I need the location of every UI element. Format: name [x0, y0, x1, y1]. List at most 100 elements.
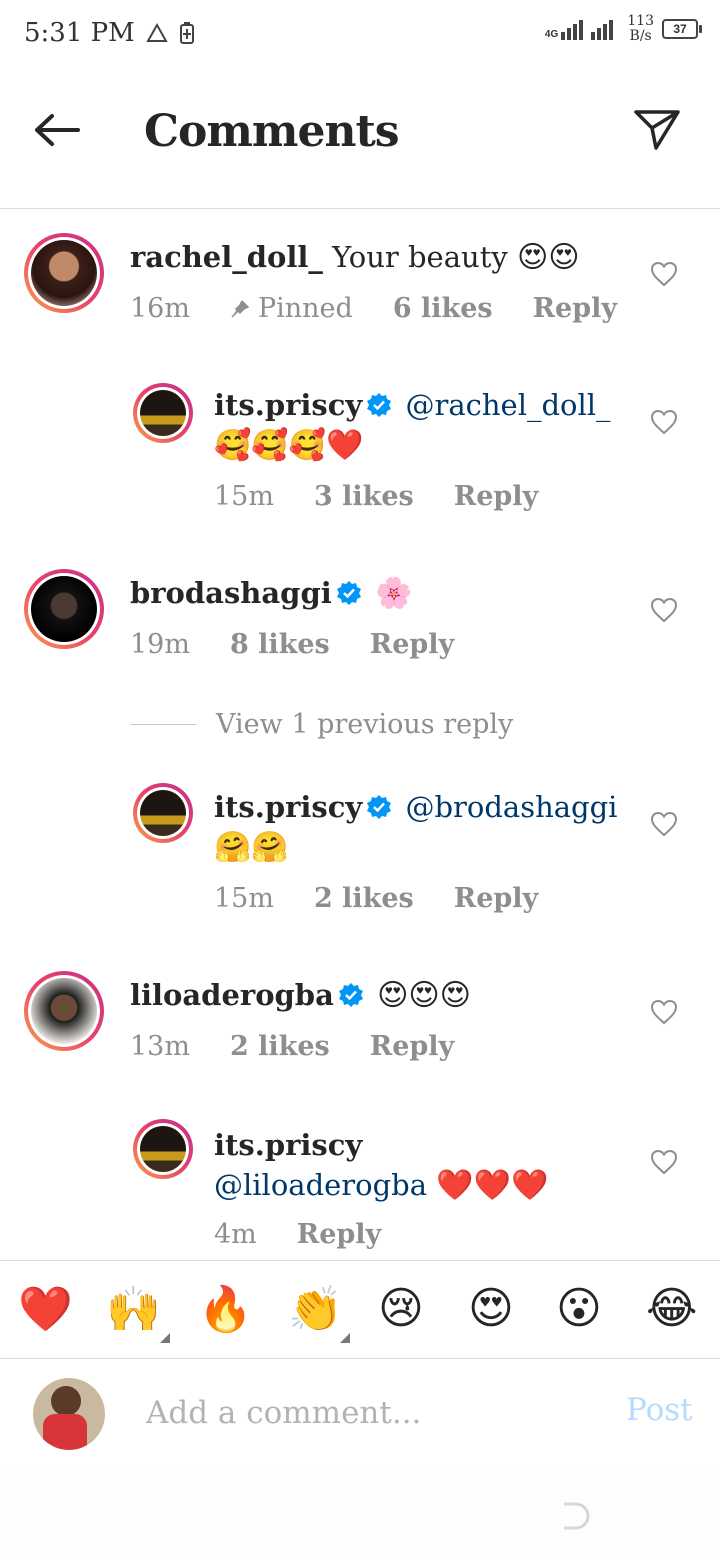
view-previous-label[interactable]: View 1 previous reply [216, 709, 513, 740]
reply-button[interactable]: Reply [297, 1219, 381, 1250]
divider-line [130, 724, 196, 725]
pinned-badge: Pinned [230, 293, 353, 324]
reply-button[interactable]: Reply [454, 883, 538, 914]
comment-composer: Post [0, 1358, 720, 1468]
nav-back-gesture-icon[interactable] [560, 1502, 590, 1530]
comment-list[interactable]: rachel_doll_ Your beauty 😍😍 16m Pinned 6… [0, 209, 720, 1260]
verified-badge-icon [367, 393, 392, 417]
likes-count[interactable]: 6 likes [393, 293, 493, 324]
reaction-raised-hands[interactable]: 🙌 [106, 1283, 162, 1339]
reaction-heart-eyes[interactable]: 😍 [468, 1283, 524, 1339]
reaction-fire[interactable]: 🔥 [198, 1283, 254, 1339]
status-bar: 5:31 PM 4G 113 B/s 37 [0, 0, 720, 70]
comment-time: 16m [130, 293, 190, 324]
reply-button[interactable]: Reply [533, 293, 617, 324]
page-title: Comments [144, 106, 400, 157]
comment-meta: 4m Reply [214, 1219, 381, 1250]
verified-badge-icon [367, 795, 392, 819]
reaction-clapping-hands[interactable]: 👏 [288, 1283, 344, 1339]
comment-text: its.priscy @rachel_doll_ 🥰🥰🥰❤️ [214, 385, 634, 466]
username[interactable]: rachel_doll_ [130, 240, 323, 274]
username[interactable]: its.priscy [214, 1128, 362, 1162]
comment-text: liloaderogba 😍😍😍 [130, 975, 630, 1016]
mention-link[interactable]: @brodashaggi [405, 790, 617, 824]
arrow-left-icon[interactable] [30, 108, 84, 152]
comment-emoji: 🌸 [374, 576, 413, 611]
status-left-icons [146, 22, 194, 44]
comment-emoji: 😍😍😍 [377, 978, 471, 1013]
comment-time: 13m [130, 1031, 190, 1062]
heart-icon[interactable] [650, 811, 678, 837]
comment-emoji: ❤️❤️❤️ [436, 1168, 549, 1203]
net-speed-unit: B/s [629, 28, 652, 44]
quick-reactions-bar: ❤️ 🙌 🔥 👏 😢 😍 😮 😂 [0, 1260, 720, 1359]
username[interactable]: liloaderogba [130, 978, 334, 1012]
comment-input[interactable] [146, 1388, 586, 1438]
reply-button[interactable]: Reply [370, 629, 454, 660]
signal-icon [561, 20, 614, 40]
battery-icon: 37 [662, 19, 702, 39]
comment-emoji: 🥰🥰🥰❤️ [214, 428, 364, 463]
comment-meta: 15m 3 likes Reply [214, 481, 538, 512]
signal-4g: 4G [545, 18, 619, 40]
warning-icon [146, 23, 168, 42]
view-previous-replies[interactable]: View 1 previous reply [130, 709, 513, 740]
skin-tone-indicator [160, 1333, 170, 1343]
comments-header: Comments [0, 70, 720, 209]
avatar[interactable] [24, 233, 104, 313]
comment-time: 15m [214, 883, 274, 914]
avatar[interactable] [133, 783, 193, 843]
reply-button[interactable]: Reply [370, 1031, 454, 1062]
reaction-surprised-face[interactable]: 😮 [556, 1283, 612, 1339]
avatar[interactable] [133, 383, 193, 443]
likes-count[interactable]: 3 likes [314, 481, 414, 512]
comment-text: brodashaggi 🌸 [130, 573, 630, 614]
reply-button[interactable]: Reply [454, 481, 538, 512]
likes-count[interactable]: 2 likes [314, 883, 414, 914]
comment-text: its.priscy @liloaderogba ❤️❤️❤️ [214, 1125, 634, 1206]
mention-link[interactable]: @liloaderogba [214, 1168, 427, 1202]
avatar[interactable] [24, 569, 104, 649]
heart-icon[interactable] [650, 1149, 678, 1175]
system-navigation-area [0, 1470, 720, 1560]
likes-count[interactable]: 8 likes [230, 629, 330, 660]
comment-meta: 15m 2 likes Reply [214, 883, 538, 914]
avatar[interactable] [133, 1119, 193, 1179]
comment-message: Your beauty [332, 240, 508, 274]
username[interactable]: its.priscy [214, 388, 362, 422]
comment-meta: 19m 8 likes Reply [130, 629, 454, 660]
pinned-label: Pinned [257, 293, 353, 324]
username[interactable]: its.priscy [214, 790, 362, 824]
comment-text: its.priscy @brodashaggi 🤗🤗 [214, 787, 634, 868]
my-avatar [33, 1378, 105, 1450]
post-button[interactable]: Post [626, 1392, 693, 1428]
mention-link[interactable]: @rachel_doll_ [405, 388, 610, 422]
avatar[interactable] [24, 971, 104, 1051]
heart-icon[interactable] [650, 597, 678, 623]
comment-emoji: 🤗🤗 [214, 830, 289, 865]
comment-text: rachel_doll_ Your beauty 😍😍 [130, 237, 630, 278]
comment-meta: 16m Pinned 6 likes Reply [130, 293, 617, 324]
reaction-crying-face[interactable]: 😢 [378, 1283, 434, 1339]
verified-badge-icon [338, 983, 363, 1007]
comment-time: 19m [130, 629, 190, 660]
comment-time: 15m [214, 481, 274, 512]
network-type: 4G [544, 29, 559, 40]
paper-plane-icon[interactable] [632, 104, 682, 154]
likes-count[interactable]: 2 likes [230, 1031, 330, 1062]
net-speed: 113 B/s [627, 14, 654, 44]
reaction-tears-of-joy[interactable]: 😂 [646, 1283, 702, 1339]
pin-icon [231, 299, 250, 318]
verified-badge-icon [336, 581, 361, 605]
net-speed-value: 113 [627, 13, 654, 29]
heart-icon[interactable] [650, 409, 678, 435]
heart-icon[interactable] [650, 999, 678, 1025]
status-right-icons: 4G 113 B/s 37 [545, 14, 702, 44]
skin-tone-indicator [340, 1333, 350, 1343]
comment-time: 4m [214, 1219, 257, 1250]
comment-emoji: 😍😍 [516, 240, 580, 275]
comment-meta: 13m 2 likes Reply [130, 1031, 454, 1062]
reaction-red-heart[interactable]: ❤️ [18, 1283, 74, 1339]
username[interactable]: brodashaggi [130, 576, 332, 610]
heart-icon[interactable] [650, 261, 678, 287]
